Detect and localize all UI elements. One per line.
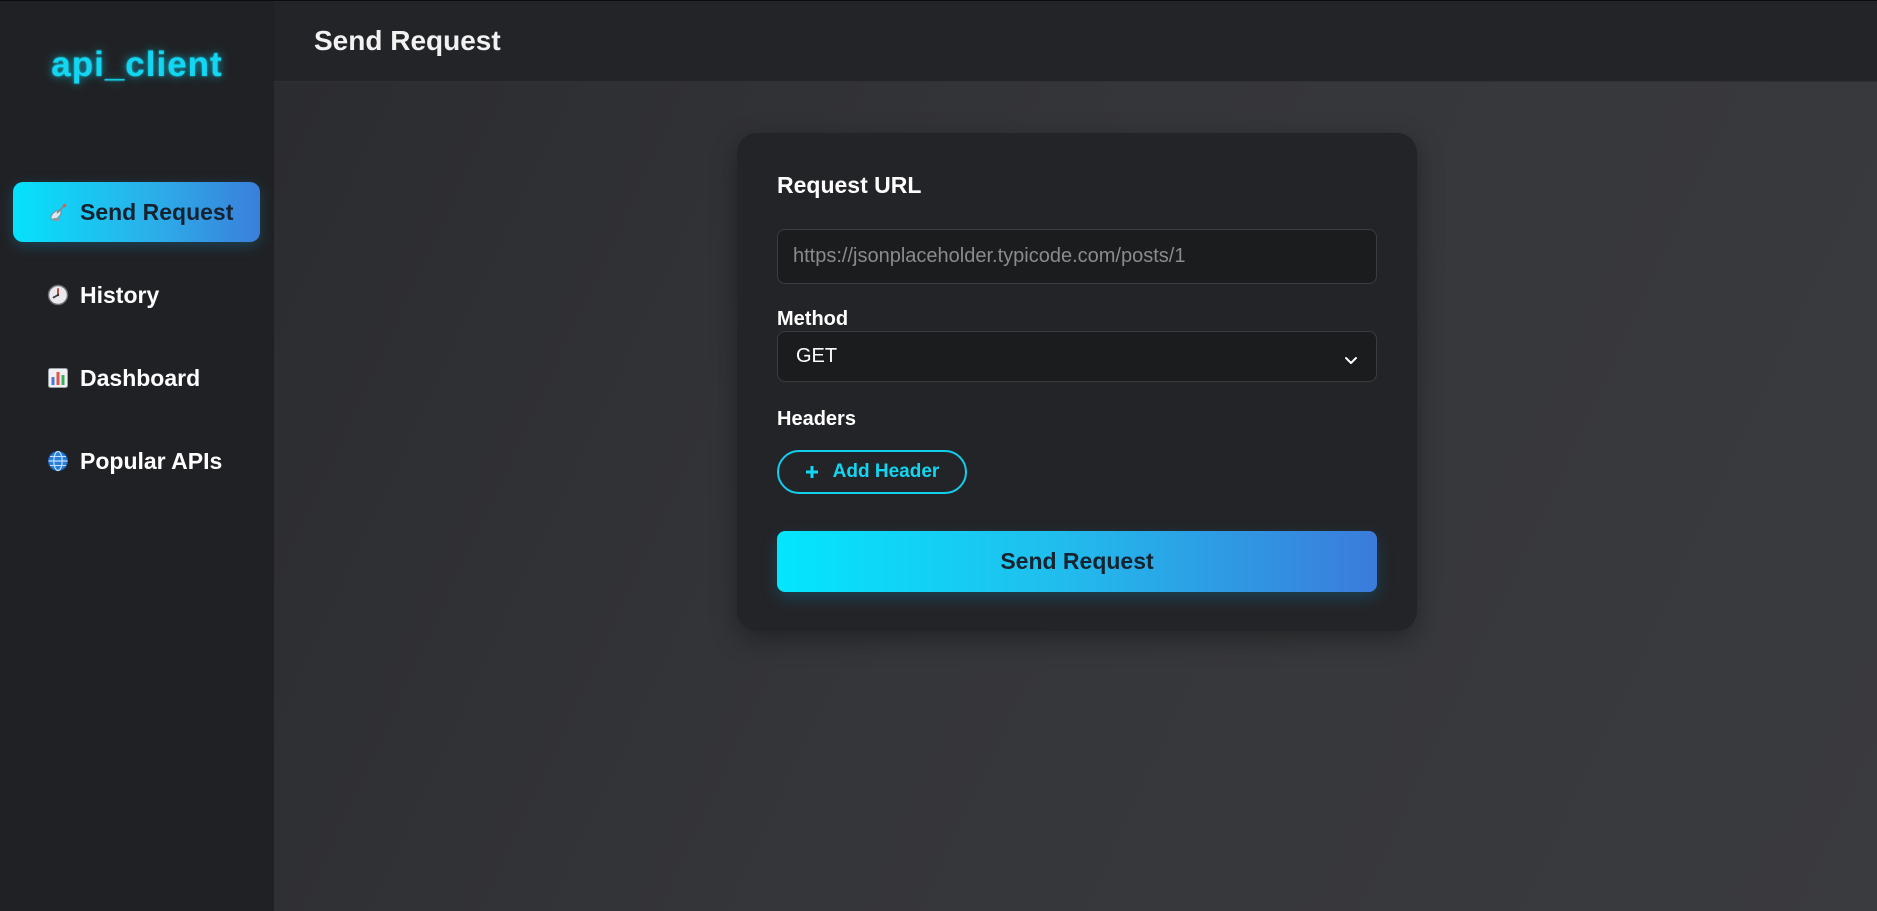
app-window: api_client Send Request History Dashboar…	[0, 0, 1877, 911]
request-url-input[interactable]	[777, 229, 1377, 284]
bar-chart-icon	[46, 366, 70, 390]
method-select[interactable]: GET	[777, 331, 1377, 382]
sidebar-item-label: Send Request	[80, 198, 234, 225]
chevron-down-icon	[1344, 350, 1358, 364]
request-form-card: Request URL Method GET Headers	[737, 133, 1417, 631]
add-header-label: Add Header	[832, 461, 940, 482]
sidebar-item-dashboard[interactable]: Dashboard	[13, 348, 260, 408]
send-request-label: Send Request	[1000, 548, 1154, 574]
sidebar: api_client Send Request History Dashboar…	[0, 1, 274, 911]
add-header-button[interactable]: Add Header	[777, 450, 967, 494]
sidebar-item-send-request[interactable]: Send Request	[13, 182, 260, 242]
page-title: Send Request	[314, 25, 501, 56]
request-url-label: Request URL	[777, 172, 922, 198]
globe-icon	[46, 449, 70, 473]
send-request-button[interactable]: Send Request	[777, 531, 1377, 592]
sidebar-item-label: Dashboard	[80, 364, 201, 391]
brand-logo: api_client	[51, 45, 223, 84]
method-selected-value: GET	[796, 345, 838, 367]
clock-icon	[46, 283, 70, 307]
satellite-antenna-icon	[46, 200, 70, 224]
sidebar-nav: Send Request History Dashboard Popular A…	[13, 182, 260, 514]
sidebar-item-history[interactable]: History	[13, 265, 260, 325]
headers-label: Headers	[777, 408, 856, 430]
sidebar-item-label: History	[80, 281, 160, 308]
method-label: Method	[777, 308, 849, 330]
plus-icon	[805, 465, 819, 479]
sidebar-item-popular-apis[interactable]: Popular APIs	[13, 431, 260, 491]
sidebar-item-label: Popular APIs	[80, 447, 223, 474]
main-content: Request URL Method GET Headers	[274, 82, 1877, 911]
top-header: Send Request	[274, 1, 1877, 82]
